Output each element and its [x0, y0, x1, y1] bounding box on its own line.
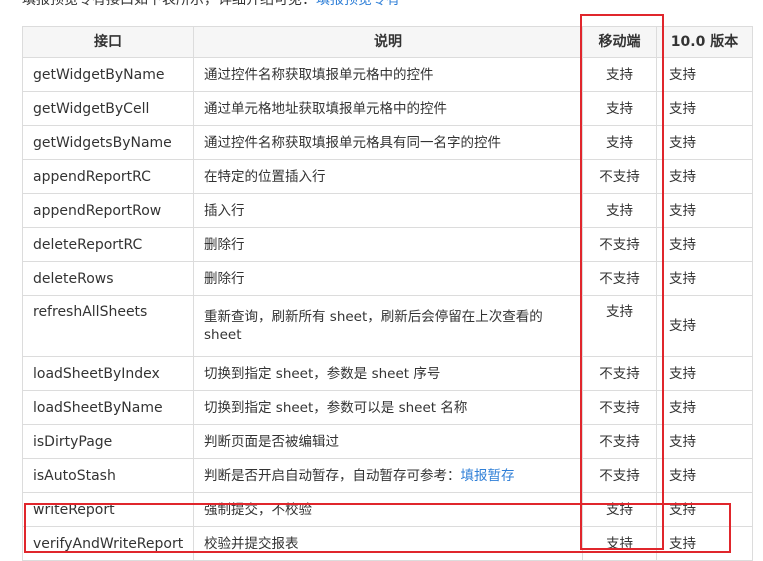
table-row: appendReportRow 插入行 支持 支持	[22, 193, 753, 228]
table-row: appendReportRC 在特定的位置插入行 不支持 支持	[22, 159, 753, 194]
v10-cell: 支持	[656, 193, 753, 228]
intro-line: 填报预览专有接口如下表所示，详细介绍可见：填报预览专有	[22, 0, 400, 9]
v10-cell: 支持	[656, 492, 753, 527]
header-v10: 10.0 版本	[656, 26, 753, 58]
table-row: verifyAndWriteReport 校验并提交报表 支持 支持	[22, 526, 753, 561]
desc-link[interactable]: 填报暂存	[461, 468, 515, 484]
desc-cell: 切换到指定 sheet，参数可以是 sheet 名称	[193, 390, 583, 425]
table-header-row: 接口 说明 移动端 10.0 版本	[22, 26, 753, 58]
v10-cell: 支持	[656, 57, 753, 92]
table-row: deleteRows 删除行 不支持 支持	[22, 261, 753, 296]
table-row: getWidgetByCell 通过单元格地址获取填报单元格中的控件 支持 支持	[22, 91, 753, 126]
desc-cell: 强制提交，不校验	[193, 492, 583, 527]
desc-cell: 判断是否开启自动暂存，自动暂存可参考：填报暂存	[193, 458, 583, 493]
table-row: writeReport 强制提交，不校验 支持 支持	[22, 492, 753, 527]
desc-cell: 通过控件名称获取填报单元格中的控件	[193, 57, 583, 92]
mobile-cell: 支持	[582, 193, 657, 228]
api-table: 接口 说明 移动端 10.0 版本 getWidgetByName 通过控件名称…	[22, 26, 753, 561]
api-cell: deleteRows	[22, 261, 194, 296]
mobile-cell: 不支持	[582, 458, 657, 493]
mobile-cell: 不支持	[582, 261, 657, 296]
v10-cell: 支持	[656, 390, 753, 425]
table-row: loadSheetByName 切换到指定 sheet，参数可以是 sheet …	[22, 390, 753, 425]
mobile-cell: 支持	[582, 125, 657, 160]
table-row: getWidgetByName 通过控件名称获取填报单元格中的控件 支持 支持	[22, 57, 753, 92]
desc-cell: 在特定的位置插入行	[193, 159, 583, 194]
desc-cell: 插入行	[193, 193, 583, 228]
desc-cell: 判断页面是否被编辑过	[193, 424, 583, 459]
header-api: 接口	[22, 26, 194, 58]
v10-cell: 支持	[656, 356, 753, 391]
api-cell: deleteReportRC	[22, 227, 194, 262]
api-cell: verifyAndWriteReport	[22, 526, 194, 561]
v10-cell: 支持	[656, 295, 753, 357]
mobile-cell: 支持	[582, 91, 657, 126]
intro-link[interactable]: 填报预览专有	[316, 0, 400, 8]
api-cell: refreshAllSheets	[22, 295, 194, 357]
table-row: getWidgetsByName 通过控件名称获取填报单元格具有同一名字的控件 …	[22, 125, 753, 160]
mobile-cell: 支持	[582, 295, 657, 357]
mobile-cell: 支持	[582, 57, 657, 92]
table-row: refreshAllSheets 重新查询，刷新所有 sheet，刷新后会停留在…	[22, 295, 753, 357]
desc-cell: 重新查询，刷新所有 sheet，刷新后会停留在上次查看的 sheet	[193, 295, 583, 357]
table-row: loadSheetByIndex 切换到指定 sheet，参数是 sheet 序…	[22, 356, 753, 391]
desc-text: 判断是否开启自动暂存，自动暂存可参考：	[204, 467, 461, 484]
mobile-cell: 支持	[582, 492, 657, 527]
api-cell: appendReportRow	[22, 193, 194, 228]
api-cell: writeReport	[22, 492, 194, 527]
api-cell: loadSheetByIndex	[22, 356, 194, 391]
v10-cell: 支持	[656, 159, 753, 194]
v10-cell: 支持	[656, 261, 753, 296]
desc-cell: 校验并提交报表	[193, 526, 583, 561]
header-desc: 说明	[193, 26, 583, 58]
api-cell: isDirtyPage	[22, 424, 194, 459]
table-row: isDirtyPage 判断页面是否被编辑过 不支持 支持	[22, 424, 753, 459]
desc-cell: 通过控件名称获取填报单元格具有同一名字的控件	[193, 125, 583, 160]
v10-cell: 支持	[656, 227, 753, 262]
intro-text: 填报预览专有接口如下表所示，详细介绍可见：	[22, 0, 316, 8]
api-cell: isAutoStash	[22, 458, 194, 493]
desc-cell: 删除行	[193, 261, 583, 296]
table-row: deleteReportRC 删除行 不支持 支持	[22, 227, 753, 262]
desc-cell: 切换到指定 sheet，参数是 sheet 序号	[193, 356, 583, 391]
mobile-cell: 不支持	[582, 424, 657, 459]
api-cell: getWidgetsByName	[22, 125, 194, 160]
api-cell: getWidgetByCell	[22, 91, 194, 126]
mobile-cell: 不支持	[582, 356, 657, 391]
mobile-cell: 支持	[582, 526, 657, 561]
api-cell: appendReportRC	[22, 159, 194, 194]
mobile-cell: 不支持	[582, 227, 657, 262]
api-cell: loadSheetByName	[22, 390, 194, 425]
mobile-cell: 不支持	[582, 390, 657, 425]
v10-cell: 支持	[656, 125, 753, 160]
mobile-cell: 不支持	[582, 159, 657, 194]
v10-cell: 支持	[656, 458, 753, 493]
desc-cell: 通过单元格地址获取填报单元格中的控件	[193, 91, 583, 126]
v10-cell: 支持	[656, 424, 753, 459]
v10-cell: 支持	[656, 526, 753, 561]
header-mobile: 移动端	[582, 26, 657, 58]
table-row: isAutoStash 判断是否开启自动暂存，自动暂存可参考：填报暂存 不支持 …	[22, 458, 753, 493]
desc-cell: 删除行	[193, 227, 583, 262]
api-cell: getWidgetByName	[22, 57, 194, 92]
v10-cell: 支持	[656, 91, 753, 126]
